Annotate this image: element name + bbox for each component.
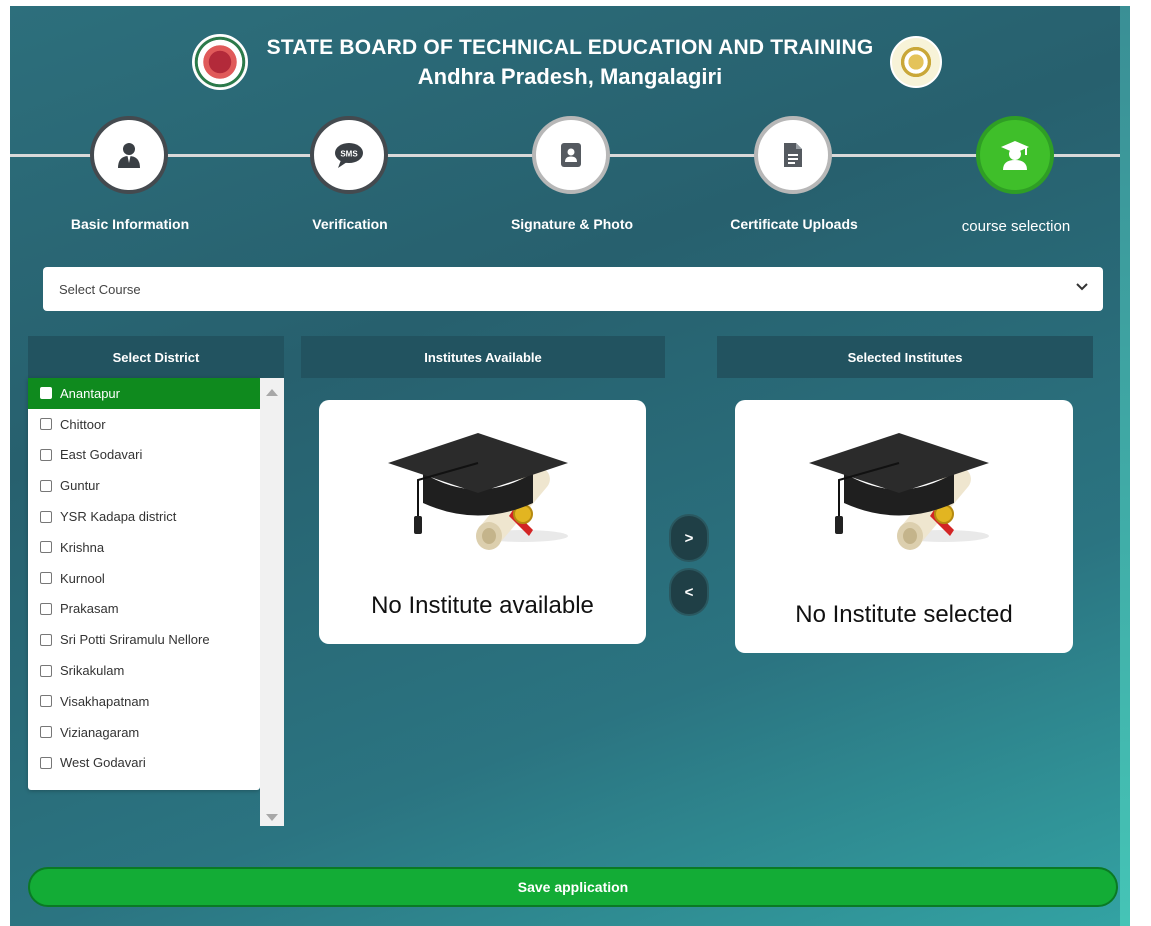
district-item[interactable]: East Godavari xyxy=(28,440,260,471)
step-label-basic-information: Basic Information xyxy=(70,216,190,232)
district-item[interactable]: Sri Potti Sriramulu Nellore xyxy=(28,624,260,655)
selected-institutes-card: No Institute selected xyxy=(735,400,1073,653)
checkbox[interactable] xyxy=(40,448,52,461)
document-icon xyxy=(776,138,810,172)
add-institute-button[interactable]: > xyxy=(669,514,709,562)
remove-institute-button[interactable]: < xyxy=(669,568,709,616)
district-list: Anantapur Chittoor East Godavari Guntur … xyxy=(28,378,260,790)
district-item[interactable]: Krishna xyxy=(28,532,260,563)
step-label-certificate-uploads: Certificate Uploads xyxy=(730,216,858,232)
checkbox[interactable] xyxy=(40,633,52,646)
svg-text:SMS: SMS xyxy=(340,150,358,159)
district-item[interactable]: Chittoor xyxy=(28,409,260,440)
header: STATE BOARD OF TECHNICAL EDUCATION AND T… xyxy=(10,6,1130,111)
district-item[interactable]: YSR Kadapa district xyxy=(28,501,260,532)
checkbox[interactable] xyxy=(40,541,52,554)
user-icon xyxy=(112,138,146,172)
checkbox[interactable] xyxy=(40,664,52,677)
graduation-cap-icon xyxy=(804,418,1004,568)
step-signature-photo[interactable] xyxy=(532,116,610,194)
no-institute-selected-text: No Institute selected xyxy=(795,601,1013,628)
step-basic-information[interactable] xyxy=(90,116,168,194)
district-item[interactable]: Prakasam xyxy=(28,594,260,625)
step-course-selection[interactable] xyxy=(976,116,1054,194)
andhra-pradesh-emblem xyxy=(890,36,942,88)
district-item[interactable]: Guntur xyxy=(28,470,260,501)
id-card-icon xyxy=(554,138,588,172)
sms-icon: SMS xyxy=(332,138,366,172)
institutes-available-header: Institutes Available xyxy=(301,336,665,378)
district-item[interactable]: Kurnool xyxy=(28,563,260,594)
checkbox[interactable] xyxy=(40,756,52,769)
district-item[interactable]: Srikakulam xyxy=(28,655,260,686)
page-subtitle: Andhra Pradesh, Mangalagiri xyxy=(417,64,723,89)
step-certificate-uploads[interactable] xyxy=(754,116,832,194)
no-institute-available-text: No Institute available xyxy=(371,592,594,619)
checkbox[interactable] xyxy=(40,479,52,492)
institutes-available-card: No Institute available xyxy=(319,400,646,644)
step-label-verification: Verification xyxy=(312,216,388,232)
application-window: STATE BOARD OF TECHNICAL EDUCATION AND T… xyxy=(10,6,1130,926)
checkbox[interactable] xyxy=(40,387,52,400)
district-item[interactable]: West Godavari xyxy=(28,748,260,779)
checkbox[interactable] xyxy=(40,726,52,739)
step-verification[interactable]: SMS xyxy=(310,116,388,194)
checkbox[interactable] xyxy=(40,510,52,523)
checkbox[interactable] xyxy=(40,695,52,708)
scroll-up-arrow-icon[interactable] xyxy=(265,384,279,396)
scroll-down-arrow-icon[interactable] xyxy=(265,810,279,821)
district-item[interactable]: Anantapur xyxy=(28,378,260,409)
district-item[interactable]: Vizianagaram xyxy=(28,717,260,748)
graduate-icon xyxy=(998,138,1032,172)
step-label-course-selection: course selection xyxy=(961,218,1071,235)
checkbox[interactable] xyxy=(40,418,52,431)
graduation-cap-icon xyxy=(383,418,583,568)
checkbox[interactable] xyxy=(40,602,52,615)
checkbox[interactable] xyxy=(40,572,52,585)
chevron-down-icon xyxy=(1075,279,1089,293)
district-scrollbar[interactable] xyxy=(260,378,284,826)
course-select-value: Select Course xyxy=(59,281,141,297)
save-application-button[interactable]: Save application xyxy=(28,867,1118,907)
district-item[interactable]: Visakhapatnam xyxy=(28,686,260,717)
step-label-signature-photo: Signature & Photo xyxy=(510,216,634,232)
page-title: STATE BOARD OF TECHNICAL EDUCATION AND T… xyxy=(266,36,874,59)
district-panel-header: Select District xyxy=(28,336,284,378)
selected-institutes-header: Selected Institutes xyxy=(717,336,1093,378)
course-select[interactable]: Select Course xyxy=(43,267,1103,311)
